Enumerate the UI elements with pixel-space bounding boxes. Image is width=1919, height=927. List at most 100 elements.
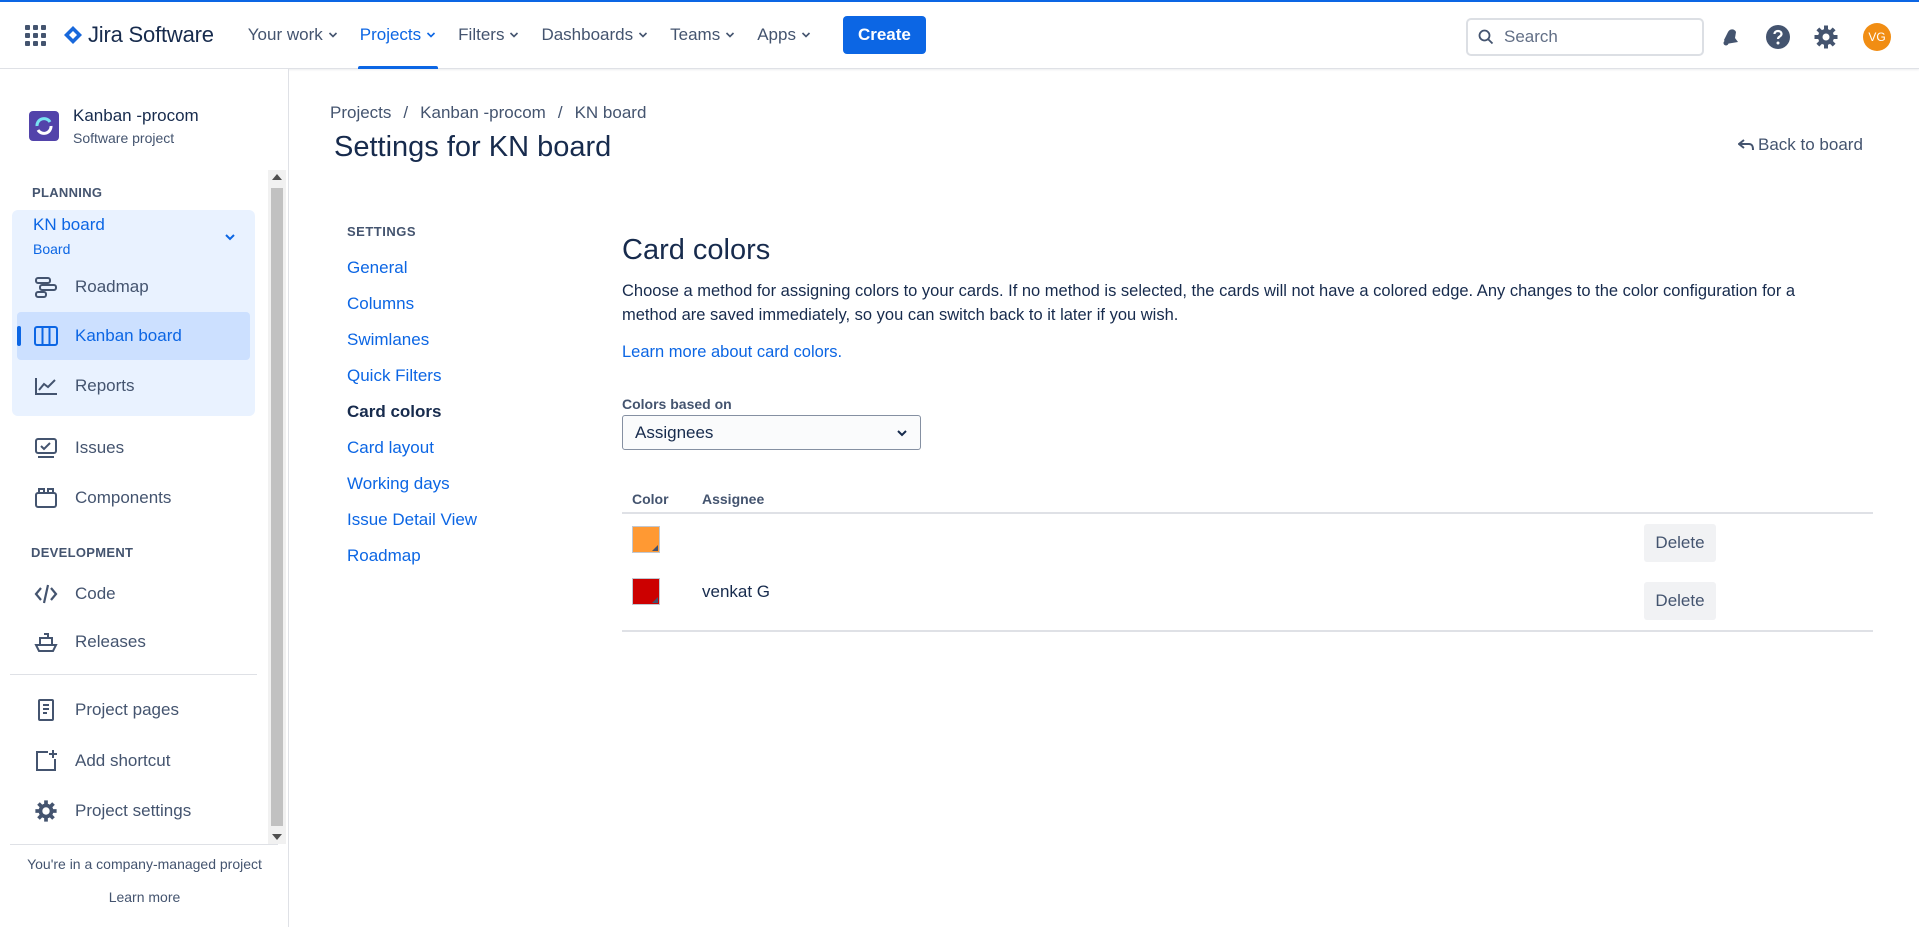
sidebar-scroll-area: PLANNING KN board Board Roadmap Kanban b… xyxy=(0,170,288,844)
chevron-down-icon xyxy=(639,32,648,38)
scroll-down-arrow[interactable] xyxy=(272,834,282,840)
settings-nav-working-days[interactable]: Working days xyxy=(347,466,477,502)
sidebar-item-add-shortcut[interactable]: Add shortcut xyxy=(17,737,250,785)
nav-label: Filters xyxy=(458,25,505,44)
table-row: Delete xyxy=(622,514,1873,572)
help-icon[interactable] xyxy=(1763,22,1793,52)
components-icon xyxy=(33,485,59,511)
company-managed-notice: You're in a company-managed project xyxy=(27,856,262,872)
sidebar-scrollbar[interactable] xyxy=(268,170,286,844)
nav-apps[interactable]: Apps xyxy=(749,2,819,69)
chevron-down-icon xyxy=(328,32,337,38)
color-swatch-picker[interactable] xyxy=(632,578,660,605)
bell-icon xyxy=(1723,29,1738,46)
sidebar-item-label: Add shortcut xyxy=(75,751,171,770)
top-navigation: Jira Software Your work Projects Filters… xyxy=(0,0,1919,69)
sidebar-item-label: Project settings xyxy=(75,801,192,820)
main-content: Projects / Kanban -procom / KN board Set… xyxy=(290,69,1919,927)
settings-nav-swimlanes[interactable]: Swimlanes xyxy=(347,322,477,358)
delete-button[interactable]: Delete xyxy=(1644,524,1716,562)
column-header-assignee: Assignee xyxy=(702,491,765,507)
code-icon xyxy=(33,581,59,607)
back-arrow-icon xyxy=(1738,139,1754,151)
sidebar-item-issues[interactable]: Issues xyxy=(17,424,250,472)
create-button[interactable]: Create xyxy=(842,16,926,54)
sidebar-item-kanban-board[interactable]: Kanban board xyxy=(17,312,250,360)
nav-label: Apps xyxy=(757,25,796,44)
settings-nav-roadmap[interactable]: Roadmap xyxy=(347,538,477,574)
nav-dashboards[interactable]: Dashboards xyxy=(533,2,656,69)
user-avatar[interactable]: VG xyxy=(1863,23,1891,51)
nav-teams[interactable]: Teams xyxy=(662,2,743,69)
issues-icon xyxy=(33,435,59,461)
board-switcher[interactable]: KN board xyxy=(33,215,105,235)
breadcrumb-separator: / xyxy=(403,103,409,122)
colors-based-on-label: Colors based on xyxy=(622,396,732,412)
scroll-up-arrow[interactable] xyxy=(272,174,282,180)
pages-icon xyxy=(33,697,59,723)
jira-logo[interactable]: Jira Software xyxy=(63,22,214,48)
sidebar-item-releases[interactable]: Releases xyxy=(17,618,250,666)
gear-icon xyxy=(33,798,59,824)
project-logo-icon xyxy=(35,117,53,135)
sidebar-item-label: Components xyxy=(75,488,172,507)
sidebar-item-project-pages[interactable]: Project pages xyxy=(17,686,250,734)
learn-more-link[interactable]: Learn more xyxy=(0,889,289,905)
add-shortcut-icon xyxy=(33,748,59,774)
nav-projects[interactable]: Projects xyxy=(352,2,444,69)
sidebar-item-label: Reports xyxy=(75,376,135,395)
releases-icon xyxy=(33,629,59,655)
sidebar-item-project-settings[interactable]: Project settings xyxy=(17,787,250,835)
section-description: Choose a method for assigning colors to … xyxy=(622,282,1796,324)
sidebar-item-code[interactable]: Code xyxy=(17,570,250,618)
sidebar-divider xyxy=(10,674,257,675)
reports-icon xyxy=(33,373,59,399)
search-box[interactable] xyxy=(1466,18,1704,56)
planning-section-title: PLANNING xyxy=(32,185,103,200)
project-type: Software project xyxy=(73,130,175,146)
settings-nav-issue-detail-view[interactable]: Issue Detail View xyxy=(347,502,477,538)
board-type: Board xyxy=(33,241,71,257)
board-icon xyxy=(33,323,59,349)
settings-nav-card-colors[interactable]: Card colors xyxy=(347,394,477,430)
breadcrumb-board[interactable]: KN board xyxy=(575,103,647,123)
project-header[interactable]: Kanban -procom Software project xyxy=(29,106,199,146)
colors-based-on-select[interactable]: Assignees xyxy=(622,415,921,450)
settings-nav-general[interactable]: General xyxy=(347,250,477,286)
sidebar-item-components[interactable]: Components xyxy=(17,474,250,522)
learn-more-card-colors-link[interactable]: Learn more about card colors. xyxy=(622,343,842,362)
nav-filters[interactable]: Filters xyxy=(450,2,527,69)
search-input[interactable] xyxy=(1504,27,1694,47)
card-colors-section: Card colors Choose a method for assignin… xyxy=(622,234,1882,450)
sidebar-item-roadmap[interactable]: Roadmap xyxy=(17,263,250,311)
nav-your-work[interactable]: Your work xyxy=(240,2,346,69)
settings-nav-columns[interactable]: Columns xyxy=(347,286,477,322)
notifications-icon[interactable] xyxy=(1716,22,1746,52)
settings-nav: SETTINGS General Columns Swimlanes Quick… xyxy=(347,224,477,574)
sidebar-item-label: Issues xyxy=(75,438,125,457)
column-header-color: Color xyxy=(632,491,669,507)
chevron-down-icon xyxy=(510,32,519,38)
table-bottom-border xyxy=(622,630,1873,632)
chevron-down-icon xyxy=(726,32,735,38)
settings-icon[interactable] xyxy=(1811,22,1841,52)
jira-logo-icon xyxy=(64,26,82,44)
settings-nav-card-layout[interactable]: Card layout xyxy=(347,430,477,466)
sidebar-item-reports[interactable]: Reports xyxy=(17,362,250,410)
sidebar-item-label: Roadmap xyxy=(75,277,149,296)
settings-nav-quick-filters[interactable]: Quick Filters xyxy=(347,358,477,394)
app-switcher-icon[interactable] xyxy=(15,15,55,55)
breadcrumb-project[interactable]: Kanban -procom xyxy=(420,103,546,123)
delete-button[interactable]: Delete xyxy=(1644,582,1716,620)
nav-label: Your work xyxy=(247,25,323,44)
color-swatch-picker[interactable] xyxy=(632,526,660,553)
project-avatar xyxy=(29,111,59,141)
page-title: Settings for KN board xyxy=(334,131,612,163)
sidebar-item-label: Code xyxy=(75,584,116,603)
nav-label: Dashboards xyxy=(541,25,634,44)
card-colors-table: Color Assignee Delete venkat G Delete xyxy=(622,479,1873,632)
chevron-down-icon[interactable] xyxy=(224,231,236,243)
scrollbar-thumb[interactable] xyxy=(271,188,283,826)
back-to-board-link[interactable]: Back to board xyxy=(1738,135,1863,155)
breadcrumb-projects[interactable]: Projects xyxy=(330,103,391,123)
